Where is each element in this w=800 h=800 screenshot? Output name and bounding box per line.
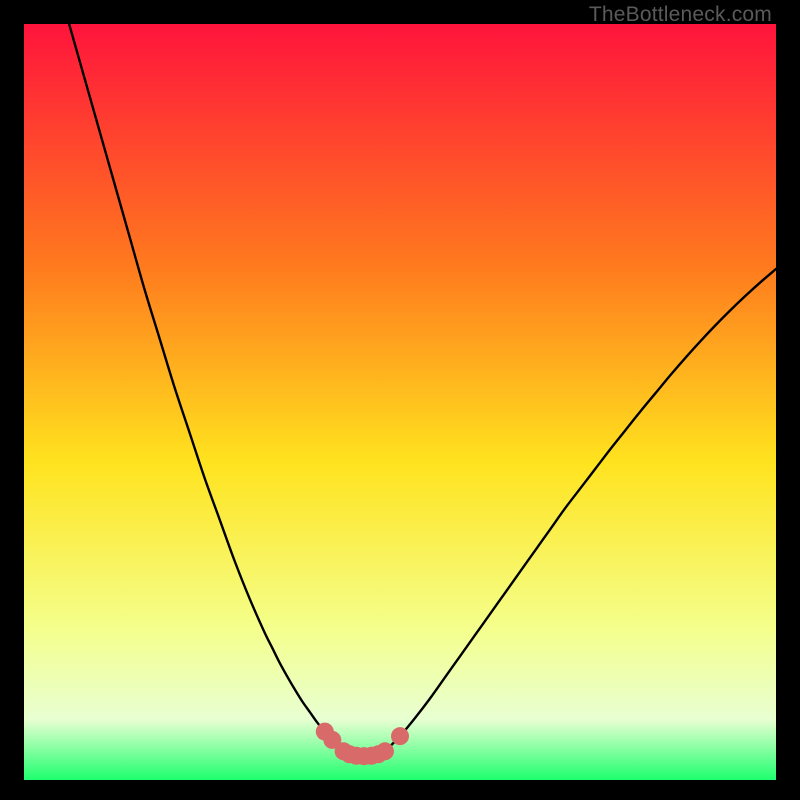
gradient-background bbox=[24, 24, 776, 780]
chart-stage: TheBottleneck.com bbox=[0, 0, 800, 800]
bottleneck-curve-plot bbox=[24, 24, 776, 780]
marker-point bbox=[376, 742, 394, 760]
marker-point bbox=[391, 727, 409, 745]
